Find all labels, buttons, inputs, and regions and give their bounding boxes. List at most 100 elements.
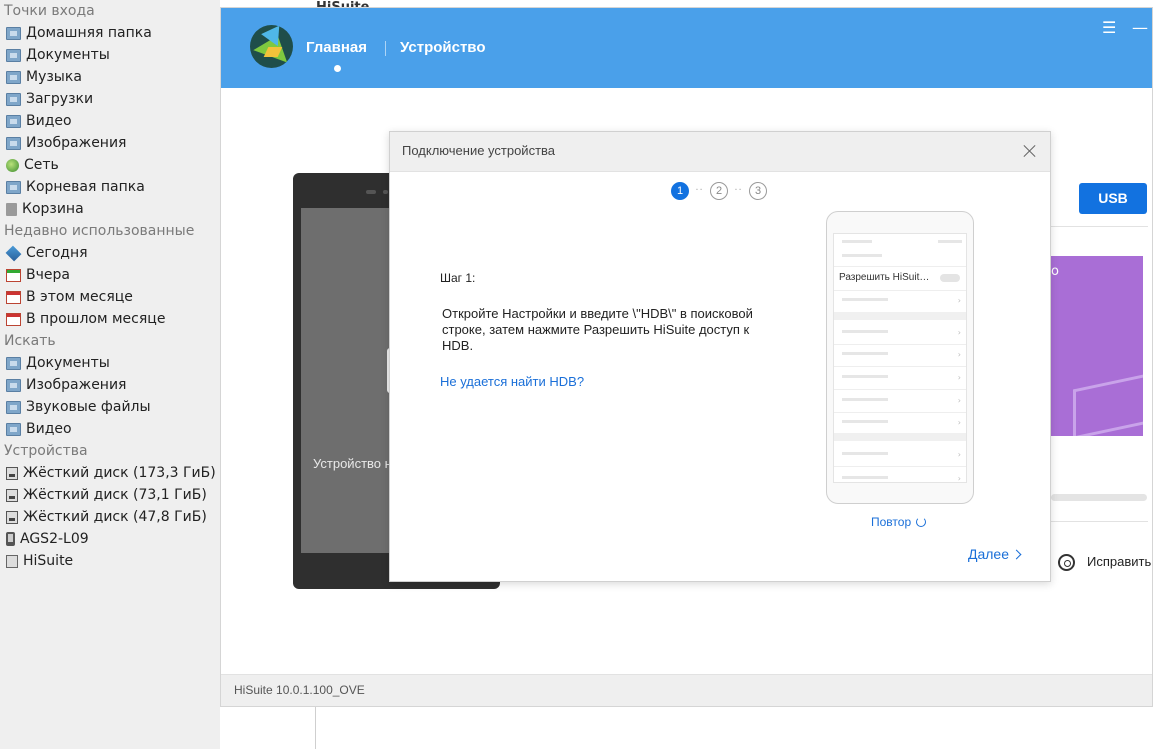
retry-button[interactable]: Повтор <box>871 515 927 529</box>
chevron-right-icon <box>1011 549 1022 559</box>
illus-divider <box>834 466 966 467</box>
chevron-right-icon: › <box>957 328 961 337</box>
sidebar-item-label: Видео <box>26 421 72 437</box>
sidebar-item-search-audio[interactable]: Звуковые файлы <box>0 396 220 418</box>
divider <box>1051 521 1148 522</box>
calendar-icon <box>6 268 21 282</box>
sidebar-item-label: Видео <box>26 113 72 129</box>
chevron-right-icon: › <box>957 450 961 459</box>
retry-label: Повтор <box>871 515 912 529</box>
sidebar-item-search-documents[interactable]: Документы <box>0 352 220 374</box>
sidebar-item-label: В этом месяце <box>26 289 133 305</box>
device-status-text: Устройство н <box>313 456 392 471</box>
illus-divider <box>834 290 966 291</box>
sidebar-item-documents[interactable]: Документы <box>0 44 220 66</box>
close-icon[interactable] <box>1021 142 1039 160</box>
step-indicator: 1 ·· 2 ·· 3 <box>671 182 767 200</box>
sidebar-item-hisuite[interactable]: HiSuite <box>0 550 220 572</box>
sidebar-item-search-videos[interactable]: Видео <box>0 418 220 440</box>
dialog-header: Подключение устройства <box>390 132 1050 172</box>
sidebar-item-label: Корневая папка <box>26 179 145 195</box>
gear-icon[interactable] <box>1058 554 1075 571</box>
sidebar-item-label: Изображения <box>26 135 127 151</box>
section-recent-title: Недавно использованные <box>4 223 195 239</box>
active-tab-indicator <box>334 65 341 72</box>
illus-divider <box>834 366 966 367</box>
sidebar-item-pictures[interactable]: Изображения <box>0 132 220 154</box>
sidebar-item-trash[interactable]: Корзина <box>0 198 220 220</box>
sidebar-item-label: Музыка <box>26 69 82 85</box>
divider <box>1051 226 1148 227</box>
sidebar-item-disk-3[interactable]: Жёсткий диск (47,8 ГиБ) <box>0 506 220 528</box>
sidebar-item-root[interactable]: Корневая папка <box>0 176 220 198</box>
chevron-right-icon: › <box>957 373 961 382</box>
sidebar-item-network[interactable]: Сеть <box>0 154 220 176</box>
illus-line <box>842 240 872 243</box>
illus-divider <box>834 266 966 267</box>
hisuite-drive-icon <box>6 554 18 568</box>
sidebar-item-phone[interactable]: AGS2-L09 <box>0 528 220 550</box>
sidebar-item-last-month[interactable]: В прошлом месяце <box>0 308 220 330</box>
refresh-icon <box>916 517 927 527</box>
hard-disk-icon <box>6 466 18 480</box>
promo-banner[interactable]: о <box>1051 256 1143 436</box>
folder-icon <box>6 356 21 370</box>
fix-button[interactable]: Исправить <box>1087 554 1151 569</box>
menu-icon[interactable]: ☰ <box>1102 18 1116 37</box>
sidebar-item-yesterday[interactable]: Вчера <box>0 264 220 286</box>
step-1: 1 <box>671 182 689 200</box>
step-2: 2 <box>710 182 728 200</box>
chevron-right-icon: › <box>957 396 961 405</box>
illus-gap <box>834 433 966 441</box>
folder-icon <box>6 422 21 436</box>
tab-home[interactable]: Главная <box>306 39 367 56</box>
section-devices-title: Устройства <box>4 443 88 459</box>
phone-camera <box>383 190 388 194</box>
hard-disk-icon <box>6 510 18 524</box>
phone-illustration: Разрешить HiSuit… › › › › › › › › <box>826 211 974 504</box>
sidebar-item-label: Корзина <box>22 201 84 217</box>
sidebar-item-label: Документы <box>26 47 110 63</box>
sidebar-item-label: Документы <box>26 355 110 371</box>
sidebar-item-search-pictures[interactable]: Изображения <box>0 374 220 396</box>
sidebar-item-disk-1[interactable]: Жёсткий диск (173,3 ГиБ) <box>0 462 220 484</box>
phone-speaker <box>366 190 376 194</box>
sidebar-item-home[interactable]: Домашняя папка <box>0 22 220 44</box>
chevron-right-icon: › <box>957 474 961 483</box>
illus-line <box>842 254 882 257</box>
settings-screen-illustration: Разрешить HiSuit… › › › › › › › › <box>833 233 967 483</box>
illus-divider <box>834 389 966 390</box>
status-bar: HiSuite 10.0.1.100_OVE <box>221 674 1152 706</box>
toggle-icon <box>940 274 960 282</box>
next-label: Далее <box>968 546 1010 562</box>
illus-line <box>842 330 888 333</box>
file-manager-sidebar: Точки входа Домашняя папка Документы Муз… <box>0 0 220 749</box>
sidebar-item-videos[interactable]: Видео <box>0 110 220 132</box>
illus-line <box>842 352 888 355</box>
sidebar-item-this-month[interactable]: В этом месяце <box>0 286 220 308</box>
home-folder-icon <box>6 26 21 40</box>
sidebar-item-disk-2[interactable]: Жёсткий диск (73,1 ГиБ) <box>0 484 220 506</box>
sidebar-item-label: Жёсткий диск (73,1 ГиБ) <box>23 487 207 503</box>
sidebar-item-music[interactable]: Музыка <box>0 66 220 88</box>
step-3: 3 <box>749 182 767 200</box>
next-button[interactable]: Далее <box>968 546 1022 562</box>
step-instructions: Откройте Настройки и введите \"HDB\" в п… <box>442 306 753 353</box>
behind-window-divider <box>315 707 316 749</box>
hard-disk-icon <box>6 488 18 502</box>
minimize-icon[interactable]: — <box>1132 18 1148 37</box>
folder-icon <box>6 180 21 194</box>
hdb-help-link[interactable]: Не удается найти HDB? <box>440 374 584 389</box>
today-icon <box>5 245 22 261</box>
step-dots: ·· <box>734 185 743 196</box>
folder-icon <box>6 70 21 84</box>
tab-device[interactable]: Устройство <box>400 39 486 56</box>
usb-button[interactable]: USB <box>1079 183 1147 214</box>
sidebar-item-today[interactable]: Сегодня <box>0 242 220 264</box>
storage-progress-bar <box>1051 494 1147 501</box>
chevron-right-icon: › <box>957 350 961 359</box>
sidebar-item-label: Загрузки <box>26 91 94 107</box>
trash-icon <box>6 202 17 216</box>
sidebar-item-downloads[interactable]: Загрузки <box>0 88 220 110</box>
illus-gap <box>834 312 966 320</box>
